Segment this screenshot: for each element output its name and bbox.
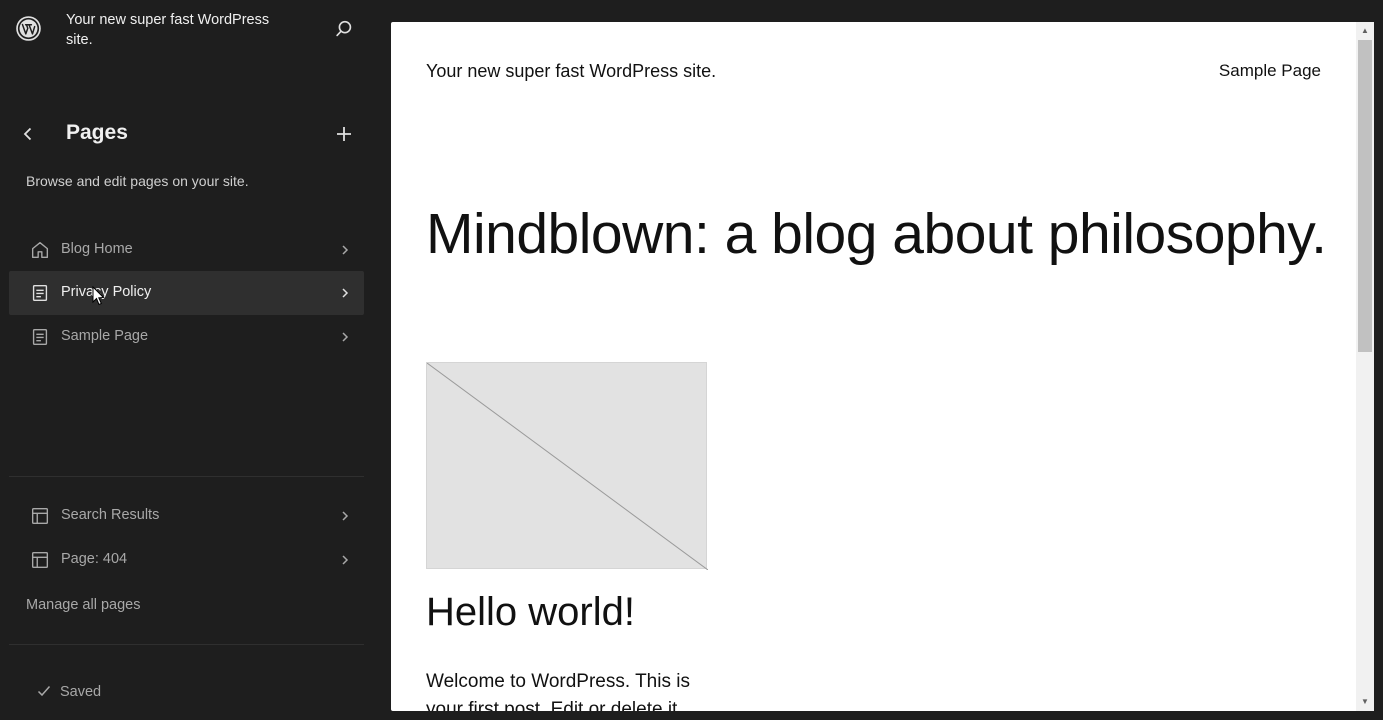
site-preview-canvas[interactable]: Your new super fast WordPress site. Samp… [391, 22, 1374, 711]
pages-description: Browse and edit pages on your site. [26, 173, 249, 189]
mouse-cursor-icon [92, 286, 105, 306]
sidebar-item-blog-home[interactable]: Blog Home [9, 228, 364, 272]
chevron-right-icon [342, 332, 349, 342]
placeholder-diagonal-icon [427, 363, 708, 570]
page-icon [32, 284, 48, 302]
sidebar-item-label: Page: 404 [61, 551, 128, 567]
search-icon[interactable] [333, 18, 355, 40]
sidebar-item-sample-page[interactable]: Sample Page [9, 315, 364, 359]
sidebar-item-search-results[interactable]: Search Results [9, 494, 364, 538]
post-title[interactable]: Hello world! [426, 590, 635, 635]
site-header: Your new super fast WordPress site. [0, 0, 373, 60]
preview-nav-sample-page[interactable]: Sample Page [1219, 61, 1321, 81]
divider [9, 476, 364, 477]
chevron-right-icon [342, 288, 349, 298]
chevron-right-icon [342, 555, 349, 565]
sidebar-item-label: Blog Home [61, 241, 133, 257]
divider [9, 644, 364, 645]
post-excerpt: Welcome to WordPress. This is your first… [426, 671, 690, 711]
layout-icon [31, 507, 49, 525]
chevron-right-icon [342, 511, 349, 521]
back-chevron-icon[interactable] [18, 124, 38, 144]
check-icon [37, 686, 51, 697]
home-icon [31, 241, 49, 259]
sidebar: Your new super fast WordPress site. Page… [0, 0, 373, 720]
manage-all-pages-link[interactable]: Manage all pages [26, 597, 140, 613]
wordpress-logo-icon[interactable] [16, 16, 41, 41]
sidebar-item-label: Search Results [61, 507, 160, 523]
site-title[interactable]: Your new super fast WordPress site. [66, 10, 286, 50]
featured-image-placeholder[interactable] [426, 362, 708, 570]
sidebar-item-page-404[interactable]: Page: 404 [9, 538, 364, 582]
preview-site-title[interactable]: Your new super fast WordPress site. [426, 61, 716, 82]
chevron-right-icon [342, 245, 349, 255]
add-page-plus-icon[interactable] [334, 124, 354, 144]
layout-icon [31, 551, 49, 569]
scroll-thumb[interactable] [1358, 40, 1372, 352]
preview-heading: Mindblown: a blog about philosophy. [426, 202, 1327, 266]
scroll-down-arrow-icon[interactable]: ▼ [1360, 697, 1370, 707]
canvas-scrollbar[interactable]: ▲ ▼ [1356, 22, 1374, 711]
sidebar-item-label: Privacy Policy [61, 284, 152, 300]
scroll-up-arrow-icon[interactable]: ▲ [1360, 26, 1370, 36]
sidebar-item-privacy-policy[interactable]: Privacy Policy [9, 271, 364, 315]
pages-title: Pages [66, 121, 128, 144]
save-status-label: Saved [60, 684, 102, 700]
save-status: Saved [36, 683, 101, 700]
page-icon [32, 328, 48, 346]
sidebar-item-label: Sample Page [61, 328, 149, 344]
